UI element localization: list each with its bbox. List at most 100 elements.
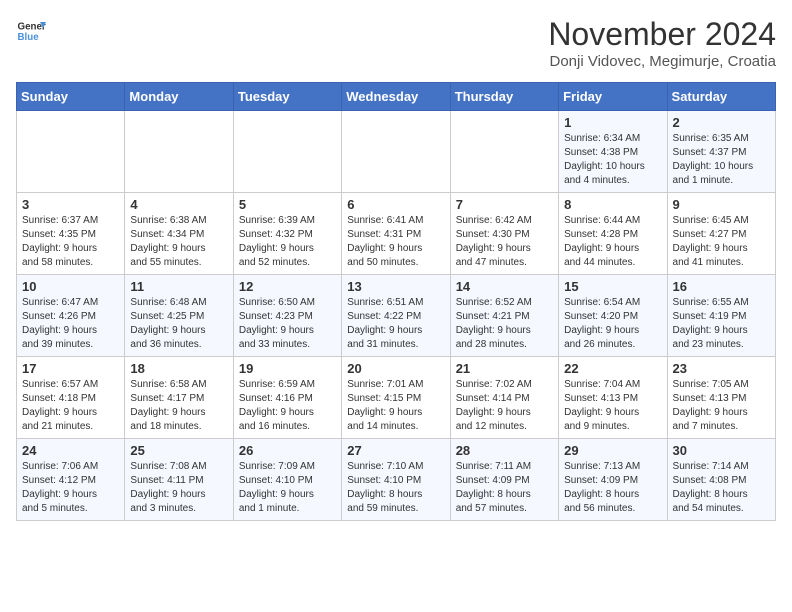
calendar-table: SundayMondayTuesdayWednesdayThursdayFrid… [16, 82, 776, 521]
day-info: Sunrise: 6:34 AM Sunset: 4:38 PM Dayligh… [564, 132, 661, 188]
day-info: Sunrise: 6:42 AM Sunset: 4:30 PM Dayligh… [456, 214, 553, 270]
calendar-cell [17, 111, 125, 193]
calendar-cell: 4Sunrise: 6:38 AM Sunset: 4:34 PM Daylig… [125, 193, 233, 275]
day-info: Sunrise: 6:55 AM Sunset: 4:19 PM Dayligh… [673, 296, 770, 352]
day-number: 19 [239, 361, 336, 376]
calendar-cell: 17Sunrise: 6:57 AM Sunset: 4:18 PM Dayli… [17, 357, 125, 439]
calendar-cell: 19 Sunrise: 6:59 AM Sunset: 4:16 PM Dayli… [233, 357, 341, 439]
day-info: Sunrise: 6:37 AM Sunset: 4:35 PM Dayligh… [22, 214, 119, 270]
month-title: November 2024 [548, 16, 776, 53]
day-number: 8 [564, 197, 661, 212]
day-number: 5 [239, 197, 336, 212]
calendar-cell: 22 Sunrise: 7:04 AM Sunset: 4:13 PM Dayli… [559, 357, 667, 439]
day-number: 13 [347, 279, 444, 294]
weekday-header: Friday [559, 83, 667, 111]
day-number: 3 [22, 197, 119, 212]
calendar-cell: 18 Sunrise: 6:58 AM Sunset: 4:17 PM Dayli… [125, 357, 233, 439]
day-number: 28 [456, 443, 553, 458]
day-number: 25 [130, 443, 227, 458]
day-info: Sunrise: 6:52 AM Sunset: 4:21 PM Dayligh… [456, 296, 553, 352]
calendar-cell: 3 Sunrise: 6:37 AM Sunset: 4:35 PM Daylig… [17, 193, 125, 275]
day-info: Sunrise: 7:10 AM Sunset: 4:10 PM Dayligh… [347, 460, 444, 516]
weekday-header: Saturday [667, 83, 775, 111]
day-info: Sunrise: 7:05 AM Sunset: 4:13 PM Dayligh… [673, 378, 770, 434]
day-info: Sunrise: 7:11 AM Sunset: 4:09 PM Dayligh… [456, 460, 553, 516]
day-info: Sunrise: 6:59 AM Sunset: 4:16 PM Dayligh… [239, 378, 336, 434]
day-info: Sunrise: 7:09 AM Sunset: 4:10 PM Dayligh… [239, 460, 336, 516]
day-number: 22 [564, 361, 661, 376]
title-area: November 2024 Donji Vidovec, Megimurje, … [548, 16, 776, 70]
calendar-week-row: 10Sunrise: 6:47 AM Sunset: 4:26 PM Dayli… [17, 275, 776, 357]
calendar-cell: 13 Sunrise: 6:51 AM Sunset: 4:22 PM Dayli… [342, 275, 450, 357]
calendar-cell: 23 Sunrise: 7:05 AM Sunset: 4:13 PM Dayli… [667, 357, 775, 439]
day-number: 7 [456, 197, 553, 212]
day-number: 26 [239, 443, 336, 458]
day-info: Sunrise: 6:39 AM Sunset: 4:32 PM Dayligh… [239, 214, 336, 270]
day-number: 16 [673, 279, 770, 294]
day-number: 30 [673, 443, 770, 458]
day-info: Sunrise: 7:02 AM Sunset: 4:14 PM Dayligh… [456, 378, 553, 434]
day-number: 2 [673, 115, 770, 130]
calendar-header-row: SundayMondayTuesdayWednesdayThursdayFrid… [17, 83, 776, 111]
day-number: 24 [22, 443, 119, 458]
day-info: Sunrise: 7:01 AM Sunset: 4:15 PM Dayligh… [347, 378, 444, 434]
day-number: 6 [347, 197, 444, 212]
calendar-cell: 9 Sunrise: 6:45 AM Sunset: 4:27 PM Daylig… [667, 193, 775, 275]
day-number: 12 [239, 279, 336, 294]
logo: General Blue [16, 16, 46, 46]
day-info: Sunrise: 6:35 AM Sunset: 4:37 PM Dayligh… [673, 132, 770, 188]
calendar-cell: 28 Sunrise: 7:11 AM Sunset: 4:09 PM Dayli… [450, 439, 558, 521]
calendar-cell: 8 Sunrise: 6:44 AM Sunset: 4:28 PM Daylig… [559, 193, 667, 275]
weekday-header: Wednesday [342, 83, 450, 111]
calendar-cell: 6Sunrise: 6:41 AM Sunset: 4:31 PM Daylig… [342, 193, 450, 275]
calendar-cell [342, 111, 450, 193]
calendar-week-row: 24Sunrise: 7:06 AM Sunset: 4:12 PM Dayli… [17, 439, 776, 521]
calendar-cell [125, 111, 233, 193]
day-info: Sunrise: 6:48 AM Sunset: 4:25 PM Dayligh… [130, 296, 227, 352]
day-info: Sunrise: 6:51 AM Sunset: 4:22 PM Dayligh… [347, 296, 444, 352]
weekday-header: Monday [125, 83, 233, 111]
day-number: 9 [673, 197, 770, 212]
day-info: Sunrise: 6:38 AM Sunset: 4:34 PM Dayligh… [130, 214, 227, 270]
calendar-cell: 15 Sunrise: 6:54 AM Sunset: 4:20 PM Dayli… [559, 275, 667, 357]
day-info: Sunrise: 6:45 AM Sunset: 4:27 PM Dayligh… [673, 214, 770, 270]
day-number: 23 [673, 361, 770, 376]
day-number: 21 [456, 361, 553, 376]
day-info: Sunrise: 6:47 AM Sunset: 4:26 PM Dayligh… [22, 296, 119, 352]
location-subtitle: Donji Vidovec, Megimurje, Croatia [548, 53, 776, 70]
day-info: Sunrise: 7:13 AM Sunset: 4:09 PM Dayligh… [564, 460, 661, 516]
day-info: Sunrise: 7:04 AM Sunset: 4:13 PM Dayligh… [564, 378, 661, 434]
calendar-cell [233, 111, 341, 193]
day-number: 27 [347, 443, 444, 458]
calendar-cell: 5 Sunrise: 6:39 AM Sunset: 4:32 PM Daylig… [233, 193, 341, 275]
day-number: 29 [564, 443, 661, 458]
weekday-header: Thursday [450, 83, 558, 111]
day-info: Sunrise: 6:50 AM Sunset: 4:23 PM Dayligh… [239, 296, 336, 352]
calendar-cell: 25 Sunrise: 7:08 AM Sunset: 4:11 PM Dayli… [125, 439, 233, 521]
calendar-week-row: 3 Sunrise: 6:37 AM Sunset: 4:35 PM Daylig… [17, 193, 776, 275]
day-number: 18 [130, 361, 227, 376]
day-info: Sunrise: 6:44 AM Sunset: 4:28 PM Dayligh… [564, 214, 661, 270]
calendar-cell: 21 Sunrise: 7:02 AM Sunset: 4:14 PM Dayli… [450, 357, 558, 439]
calendar-cell: 10Sunrise: 6:47 AM Sunset: 4:26 PM Dayli… [17, 275, 125, 357]
calendar-cell: 1Sunrise: 6:34 AM Sunset: 4:38 PM Daylig… [559, 111, 667, 193]
day-number: 15 [564, 279, 661, 294]
calendar-cell: 24Sunrise: 7:06 AM Sunset: 4:12 PM Dayli… [17, 439, 125, 521]
calendar-cell: 26 Sunrise: 7:09 AM Sunset: 4:10 PM Dayli… [233, 439, 341, 521]
weekday-header: Tuesday [233, 83, 341, 111]
day-info: Sunrise: 6:58 AM Sunset: 4:17 PM Dayligh… [130, 378, 227, 434]
day-info: Sunrise: 6:57 AM Sunset: 4:18 PM Dayligh… [22, 378, 119, 434]
logo-icon: General Blue [16, 16, 46, 46]
calendar-cell: 29 Sunrise: 7:13 AM Sunset: 4:09 PM Dayli… [559, 439, 667, 521]
calendar-cell: 14Sunrise: 6:52 AM Sunset: 4:21 PM Dayli… [450, 275, 558, 357]
day-info: Sunrise: 7:08 AM Sunset: 4:11 PM Dayligh… [130, 460, 227, 516]
calendar-body: 1Sunrise: 6:34 AM Sunset: 4:38 PM Daylig… [17, 111, 776, 521]
calendar-cell: 27 Sunrise: 7:10 AM Sunset: 4:10 PM Dayli… [342, 439, 450, 521]
day-info: Sunrise: 6:54 AM Sunset: 4:20 PM Dayligh… [564, 296, 661, 352]
svg-text:Blue: Blue [18, 32, 40, 43]
calendar-cell: 12 Sunrise: 6:50 AM Sunset: 4:23 PM Dayli… [233, 275, 341, 357]
weekday-header: Sunday [17, 83, 125, 111]
calendar-cell: 20Sunrise: 7:01 AM Sunset: 4:15 PM Dayli… [342, 357, 450, 439]
page-header: General Blue November 2024 Donji Vidovec… [16, 16, 776, 70]
calendar-week-row: 17Sunrise: 6:57 AM Sunset: 4:18 PM Dayli… [17, 357, 776, 439]
